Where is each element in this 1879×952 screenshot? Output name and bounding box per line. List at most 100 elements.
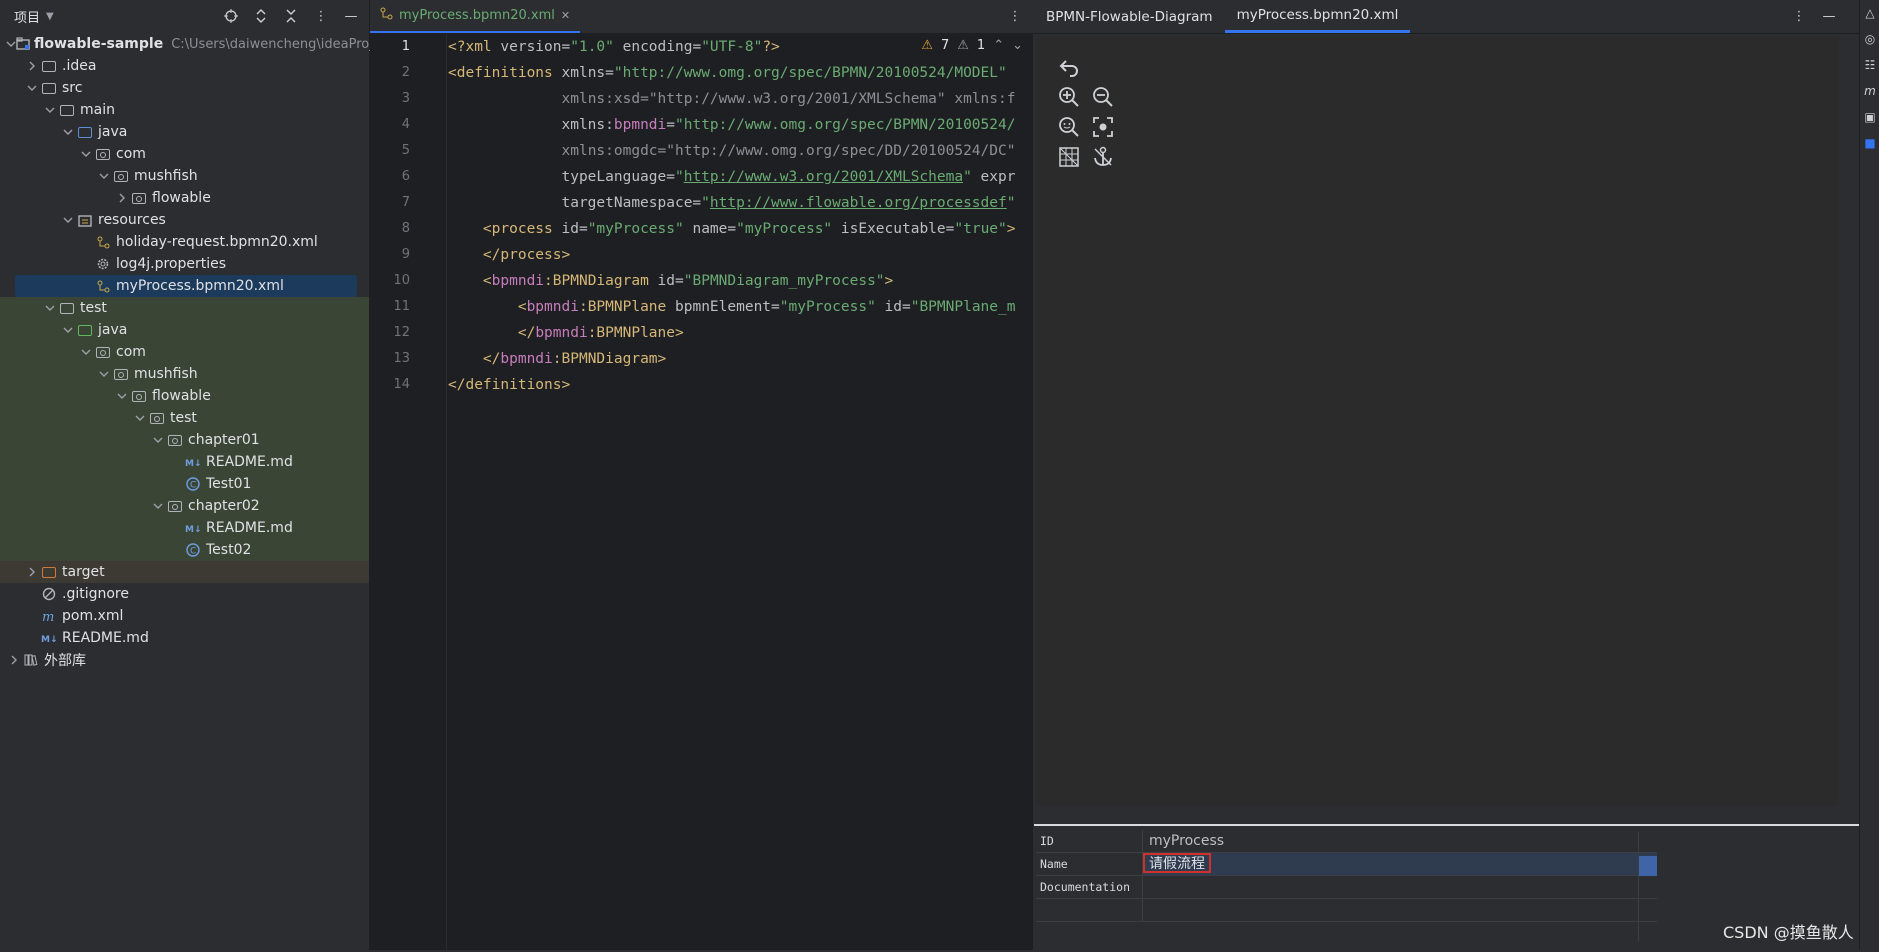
anchor-icon[interactable] — [1090, 144, 1116, 170]
tree-item[interactable]: test — [0, 297, 369, 319]
maven-icon[interactable]: m — [1860, 78, 1879, 104]
options-menu-icon[interactable]: ⋮ — [311, 6, 331, 26]
editor-tab-myprocess[interactable]: myProcess.bpmn20.xml ✕ — [370, 0, 581, 33]
tab-options-icon[interactable]: ⋮ — [1005, 6, 1025, 26]
zoom-in-icon[interactable] — [1056, 84, 1082, 110]
property-value-documentation[interactable] — [1143, 876, 1657, 898]
chevron-down-icon[interactable] — [42, 304, 58, 312]
code-line[interactable]: targetNamespace="http://www.flowable.org… — [448, 190, 1033, 216]
code-line[interactable]: typeLanguage="http://www.w3.org/2001/XML… — [448, 164, 1033, 190]
property-value-empty[interactable] — [1143, 899, 1657, 921]
property-value-id[interactable]: myProcess — [1143, 830, 1657, 852]
tree-item[interactable]: java — [0, 319, 369, 341]
database-icon[interactable]: ☷ — [1860, 52, 1879, 78]
chevron-right-icon[interactable] — [114, 193, 130, 203]
code-line[interactable]: </bpmndi:BPMNDiagram> — [448, 346, 1033, 372]
chevron-right-icon[interactable] — [24, 567, 40, 577]
notifications-icon[interactable]: △ — [1860, 0, 1879, 26]
chevron-down-icon[interactable] — [78, 150, 94, 158]
grid-icon[interactable] — [1056, 144, 1082, 170]
plugin-icon[interactable]: ■ — [1860, 130, 1879, 156]
chevron-down-icon[interactable] — [60, 128, 76, 136]
tree-item[interactable]: com — [0, 143, 369, 165]
code-line[interactable]: </definitions> — [448, 372, 1033, 398]
tab-myprocess-xml[interactable]: myProcess.bpmn20.xml — [1224, 0, 1411, 33]
diagram-canvas[interactable] — [1036, 36, 1839, 806]
chevron-down-icon[interactable] — [96, 370, 112, 378]
code-line[interactable]: </bpmndi:BPMNPlane> — [448, 320, 1033, 346]
tree-item[interactable]: java — [0, 121, 369, 143]
tree-item[interactable]: .idea — [0, 55, 369, 77]
tree-item[interactable]: chapter01 — [0, 429, 369, 451]
zoom-reset-icon[interactable] — [1056, 114, 1082, 140]
tree-item[interactable]: flowable-sample C:\Users\daiwencheng\idea… — [0, 33, 373, 55]
chevron-down-icon[interactable] — [114, 392, 130, 400]
zoom-out-icon[interactable] — [1090, 84, 1116, 110]
editor-body[interactable]: 1 2 3 4 5 6 7 8 9 10 11 12 13 14 <?xml version="1.0" … — [370, 34, 1033, 950]
tree-item[interactable]: 外部库 — [0, 649, 369, 671]
tree-item[interactable]: test — [0, 407, 369, 429]
tree-item[interactable]: C Test02 — [0, 539, 369, 561]
chevron-right-icon[interactable] — [24, 61, 40, 71]
properties-scrollbar-thumb[interactable] — [1639, 856, 1657, 876]
tree-item[interactable]: log4j.properties — [0, 253, 369, 275]
designer-options-icon[interactable]: ⋮ — [1789, 6, 1809, 26]
tree-item[interactable]: flowable — [0, 385, 369, 407]
tree-item[interactable]: myProcess.bpmn20.xml — [0, 275, 369, 297]
code-line[interactable]: </process> — [448, 242, 1033, 268]
tree-item[interactable]: M↓ README.md — [0, 517, 369, 539]
tree-item[interactable]: holiday-request.bpmn20.xml — [0, 231, 369, 253]
code-line[interactable]: xmlns:omgdc="http://www.omg.org/spec/DD/… — [448, 138, 1033, 164]
chevron-down-icon[interactable] — [78, 348, 94, 356]
chevron-down-icon[interactable] — [132, 414, 148, 422]
tree-item[interactable]: flowable — [0, 187, 369, 209]
chevron-down-icon[interactable] — [60, 216, 76, 224]
prev-highlight-icon[interactable]: ⌃ — [993, 38, 1004, 53]
tree-item[interactable]: m pom.xml — [0, 605, 369, 627]
tree-item[interactable]: .gitignore — [0, 583, 369, 605]
fit-icon[interactable] — [1090, 114, 1116, 140]
tree-item[interactable]: M↓ README.md — [0, 627, 369, 649]
tree-item[interactable]: C Test01 — [0, 473, 369, 495]
code-line[interactable]: <bpmndi:BPMNDiagram id="BPMNDiagram_myPr… — [448, 268, 1033, 294]
code-line[interactable]: <definitions xmlns="http://www.omg.org/s… — [448, 60, 1033, 86]
tree-item[interactable]: mushfish — [0, 165, 369, 187]
translate-icon[interactable]: ▣ — [1860, 104, 1879, 130]
chevron-down-icon[interactable] — [96, 172, 112, 180]
project-view-selector[interactable]: 项目 ▼ — [14, 7, 54, 26]
tree-item[interactable]: mushfish — [0, 363, 369, 385]
collapse-all-icon[interactable] — [281, 6, 301, 26]
tree-item[interactable]: M↓ README.md — [0, 451, 369, 473]
code-line[interactable]: <bpmndi:BPMNPlane bpmnElement="myProcess… — [448, 294, 1033, 320]
next-highlight-icon[interactable]: ⌄ — [1012, 38, 1023, 53]
name-input[interactable]: 请假流程 — [1143, 853, 1211, 873]
tree-item[interactable]: main — [0, 99, 369, 121]
inspection-widget[interactable]: ⚠ 7 ⚠ 1 ⌃ ⌄ — [921, 38, 1023, 53]
tree-item[interactable]: target — [0, 561, 369, 583]
tree-item[interactable]: com — [0, 341, 369, 363]
chevron-down-icon[interactable] — [60, 326, 76, 334]
property-value-name-cell[interactable]: 请假流程 — [1143, 853, 1657, 875]
chevron-down-icon[interactable] — [150, 436, 166, 444]
close-tab-icon[interactable]: ✕ — [561, 9, 570, 22]
undo-icon[interactable] — [1056, 54, 1082, 80]
code-line[interactable]: xmlns:bpmndi="http://www.omg.org/spec/BP… — [448, 112, 1033, 138]
expand-all-icon[interactable] — [251, 6, 271, 26]
properties-scrollbar-track[interactable] — [1638, 832, 1657, 942]
code-area[interactable]: <?xml version="1.0" encoding="UTF-8"?> <d… — [448, 34, 1033, 398]
chevron-down-icon[interactable] — [6, 40, 16, 48]
ai-assistant-icon[interactable]: ◎ — [1860, 26, 1879, 52]
hide-panel-icon[interactable]: — — [341, 6, 361, 26]
chevron-down-icon[interactable] — [42, 106, 58, 114]
chevron-down-icon[interactable] — [150, 502, 166, 510]
code-line[interactable]: xmlns:xsd="http://www.w3.org/2001/XMLSch… — [448, 86, 1033, 112]
designer-hide-icon[interactable]: — — [1819, 6, 1839, 26]
tree-item[interactable]: chapter02 — [0, 495, 369, 517]
chevron-down-icon[interactable] — [24, 84, 40, 92]
tree-item[interactable]: src — [0, 77, 369, 99]
code-line[interactable]: <process id="myProcess" name="myProcess"… — [448, 216, 1033, 242]
chevron-right-icon[interactable] — [6, 655, 22, 665]
tree-item[interactable]: resources — [0, 209, 369, 231]
locate-icon[interactable] — [221, 6, 241, 26]
tab-bpmn-diagram[interactable]: BPMN-Flowable-Diagram — [1034, 0, 1225, 33]
